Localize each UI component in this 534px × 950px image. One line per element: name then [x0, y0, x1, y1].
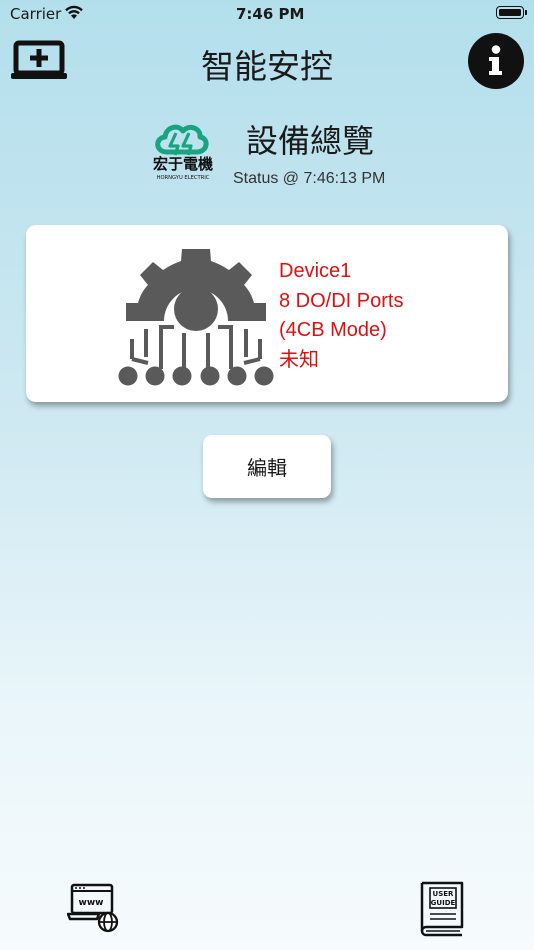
web-icon: www: [66, 883, 119, 933]
gear-circuit-icon: [118, 239, 274, 387]
add-device-icon: [11, 40, 67, 79]
device-mode: (4CB Mode): [279, 319, 387, 341]
info-icon: [489, 45, 502, 75]
carrier-label: Carrier: [10, 5, 62, 23]
status-bar: Carrier 7:46 PM: [0, 0, 534, 28]
battery-icon: [496, 6, 527, 19]
add-device-button[interactable]: [10, 40, 68, 82]
status-time: 7:46 PM: [236, 5, 305, 23]
user-guide-button[interactable]: USER GUIDE: [416, 880, 466, 938]
info-button[interactable]: [468, 33, 524, 89]
status-timestamp: Status @ 7:46:13 PM: [233, 170, 386, 187]
device-ports: 8 DO/DI Ports: [279, 289, 404, 312]
device-card[interactable]: Device1 8 DO/DI Ports (4CB Mode) 未知: [26, 225, 508, 402]
device-info: Device1 8 DO/DI Ports (4CB Mode) 未知: [279, 257, 403, 375]
guide-label-2: GUIDE: [431, 899, 456, 907]
guide-label-1: USER: [433, 890, 455, 898]
page-title: 智能安控: [201, 47, 333, 86]
user-guide-icon: USER GUIDE: [420, 881, 464, 937]
company-logo: 宏于電機 HORNGYU ELECTRIC: [145, 118, 223, 184]
device-name: Device1: [279, 260, 352, 282]
web-icon-label: www: [79, 898, 104, 908]
logo-text: 宏于電機: [153, 155, 213, 173]
edit-button[interactable]: 編輯: [203, 435, 331, 498]
wifi-icon: [64, 4, 84, 24]
logo-subtext: HORNGYU ELECTRIC: [157, 175, 210, 181]
device-state: 未知: [279, 348, 319, 371]
overview-title: 設備總覽: [246, 122, 375, 160]
web-button[interactable]: www: [66, 883, 121, 933]
